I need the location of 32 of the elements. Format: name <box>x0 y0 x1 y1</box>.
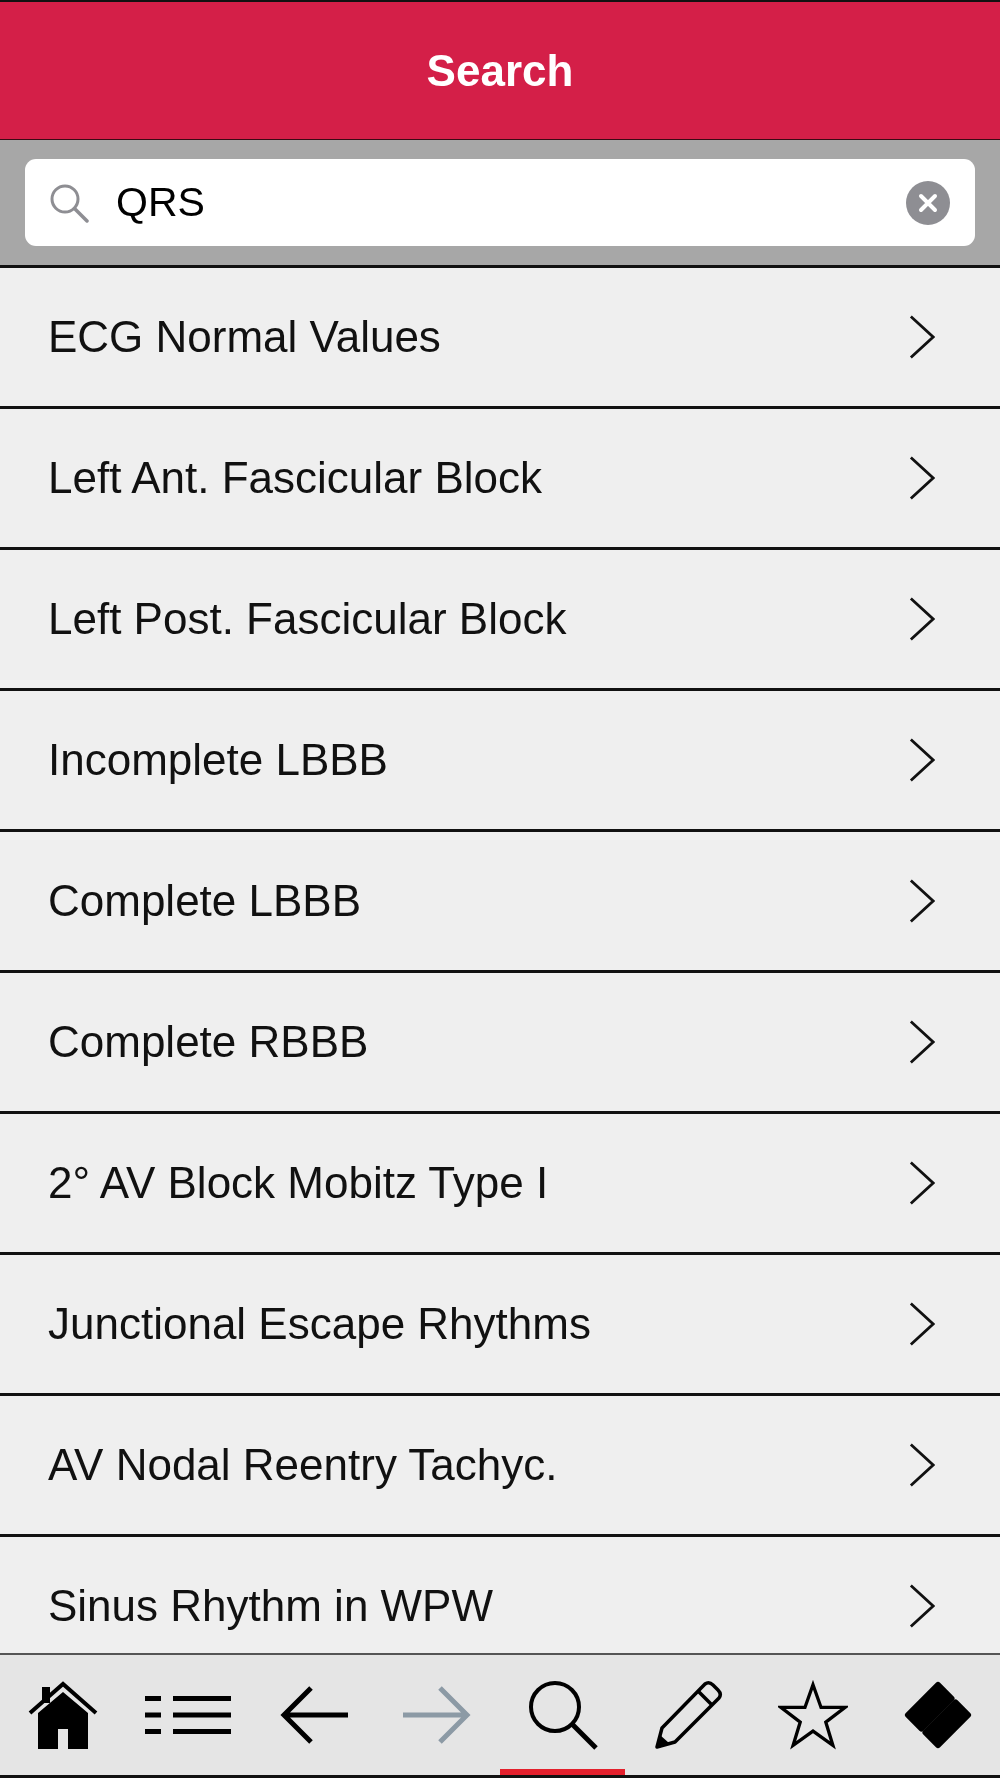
chevron-icon <box>909 596 935 642</box>
result-item[interactable]: AV Nodal Reentry Tachyc. <box>0 1396 1000 1537</box>
search-icon <box>49 182 89 223</box>
result-item[interactable]: Incomplete LBBB <box>0 691 1000 832</box>
chevron-icon <box>909 1301 935 1347</box>
home-icon <box>27 1680 98 1750</box>
result-item[interactable]: Junctional Escape Rhythms <box>0 1255 1000 1396</box>
search-icon <box>527 1680 598 1750</box>
chevron-icon <box>909 1442 935 1488</box>
result-item[interactable]: Left Post. Fascicular Block <box>0 550 1000 691</box>
result-item[interactable]: ECG Normal Values <box>0 268 1000 409</box>
result-item[interactable]: 2° AV Block Mobitz Type I <box>0 1114 1000 1255</box>
chevron-icon <box>909 1160 935 1206</box>
page-title: Search <box>426 45 574 96</box>
result-item[interactable]: Complete RBBB <box>0 973 1000 1114</box>
star-icon <box>777 1680 848 1750</box>
list-icon <box>144 1696 231 1734</box>
pencil-icon <box>652 1680 723 1750</box>
result-item[interactable]: Complete LBBB <box>0 832 1000 973</box>
chevron-icon <box>909 878 935 924</box>
result-item[interactable]: Left Ant. Fascicular Block <box>0 409 1000 550</box>
search-field[interactable]: QRS <box>25 159 975 246</box>
chevron-icon <box>909 455 935 501</box>
eraser-icon <box>902 1680 973 1750</box>
clear-icon <box>906 180 950 225</box>
result-item[interactable]: Sinus Rhythm in WPW <box>0 1537 1000 1653</box>
chevron-icon <box>909 1019 935 1065</box>
chevron-icon <box>909 737 935 783</box>
right-arrow-icon <box>402 1685 473 1745</box>
clear-button[interactable] <box>906 180 950 225</box>
chevron-icon <box>909 1583 935 1629</box>
chevron-icon <box>909 314 935 360</box>
